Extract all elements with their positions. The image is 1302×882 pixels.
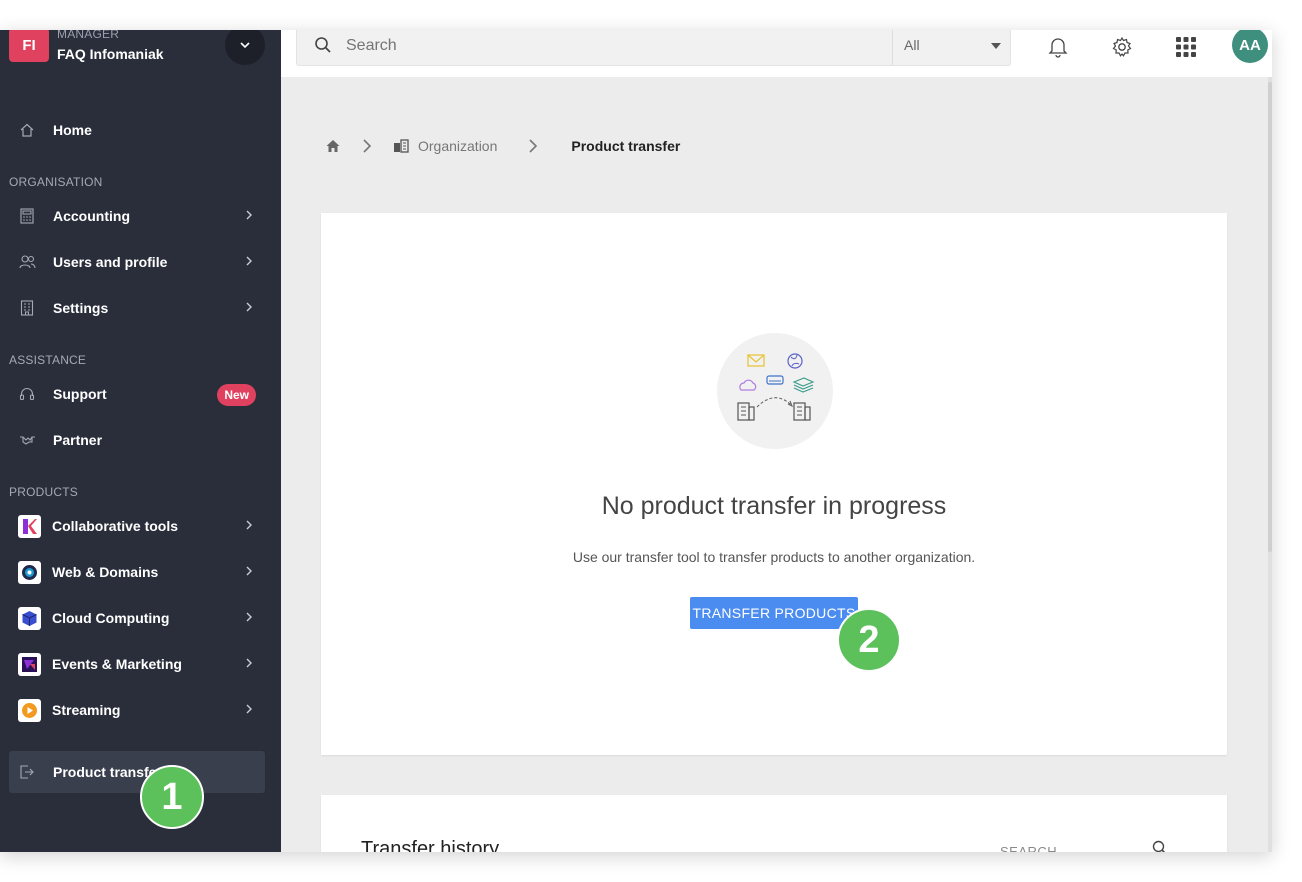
sidebar-item-label: Settings bbox=[53, 300, 109, 316]
apps-menu-button[interactable] bbox=[1173, 34, 1199, 60]
chevron-right-icon bbox=[246, 704, 252, 714]
org-dropdown-button[interactable] bbox=[225, 30, 265, 65]
chevron-right-icon bbox=[246, 520, 252, 530]
home-icon bbox=[326, 140, 340, 152]
chevron-right-icon bbox=[246, 210, 252, 220]
breadcrumb: Organization Product transfer bbox=[325, 136, 680, 156]
transfer-history-title: Transfer history bbox=[361, 838, 500, 852]
org-switcher[interactable]: FI MANAGER FAQ Infomaniak bbox=[0, 30, 281, 70]
transfer-illustration bbox=[717, 333, 833, 449]
sidebar-item-label: Streaming bbox=[52, 702, 121, 718]
user-avatar[interactable]: AA bbox=[1232, 30, 1268, 63]
buildings-icon bbox=[394, 139, 409, 153]
breadcrumb-organization[interactable]: Organization bbox=[393, 138, 497, 154]
breadcrumb-separator bbox=[523, 138, 543, 154]
gear-icon bbox=[1112, 36, 1132, 57]
transfer-exit-icon bbox=[18, 763, 36, 781]
play-logo-icon bbox=[18, 698, 41, 722]
section-label-products: PRODUCTS bbox=[9, 485, 78, 499]
sidebar-item-events-marketing[interactable]: Events & Marketing bbox=[9, 644, 265, 684]
org-role: MANAGER bbox=[57, 30, 120, 41]
sidebar-item-label: Support bbox=[53, 386, 107, 402]
history-search-label[interactable]: SEARCH bbox=[1000, 844, 1057, 852]
breadcrumb-home[interactable] bbox=[325, 138, 341, 154]
sidebar-item-label: Users and profile bbox=[53, 254, 168, 270]
chevron-down-icon bbox=[240, 42, 250, 49]
headset-icon bbox=[18, 385, 36, 403]
sidebar-item-label: Collaborative tools bbox=[52, 518, 179, 534]
sidebar-item-label: Events & Marketing bbox=[52, 656, 182, 672]
building-icon bbox=[18, 299, 36, 317]
org-name: FAQ Infomaniak bbox=[57, 46, 164, 62]
new-badge: New bbox=[217, 384, 256, 406]
sidebar-item-settings[interactable]: Settings bbox=[9, 288, 265, 328]
topbar: All AA bbox=[281, 30, 1272, 77]
search-filter-select[interactable]: All bbox=[892, 30, 1011, 65]
users-icon bbox=[18, 253, 36, 271]
breadcrumb-current: Product transfer bbox=[571, 138, 681, 154]
kchat-logo-icon bbox=[18, 514, 41, 538]
sidebar-item-accounting[interactable]: Accounting bbox=[9, 196, 265, 236]
sidebar-item-support[interactable]: Support New bbox=[9, 374, 265, 414]
step-marker-2: 2 bbox=[837, 608, 901, 672]
global-search: All bbox=[296, 30, 1011, 66]
empty-state-description: Use our transfer tool to transfer produc… bbox=[572, 549, 976, 565]
sidebar-item-users-and-profile[interactable]: Users and profile bbox=[9, 242, 265, 282]
home-icon bbox=[18, 121, 36, 139]
sidebar-item-label: Home bbox=[53, 122, 92, 138]
grid-apps-icon bbox=[1176, 37, 1196, 57]
section-label-organisation: ORGANISATION bbox=[9, 175, 103, 189]
step-marker-1: 1 bbox=[140, 765, 204, 829]
app-window: FI MANAGER FAQ Infomaniak Home ORGANISAT… bbox=[0, 30, 1272, 852]
sidebar-item-label: Accounting bbox=[53, 208, 130, 224]
sidebar-item-label: Cloud Computing bbox=[52, 610, 170, 626]
chevron-right-icon bbox=[246, 302, 252, 312]
transfer-history-card: Transfer history SEARCH bbox=[321, 795, 1227, 852]
sidebar-item-collaborative-tools[interactable]: Collaborative tools bbox=[9, 506, 265, 546]
calculator-icon bbox=[18, 207, 36, 225]
empty-state-title: No product transfer in progress bbox=[601, 492, 947, 520]
empty-state-card: No product transfer in progress Use our … bbox=[321, 213, 1227, 755]
cube-logo-icon bbox=[18, 606, 41, 630]
chevron-right-icon bbox=[246, 612, 252, 622]
sidebar-item-web-domains[interactable]: Web & Domains bbox=[9, 552, 265, 592]
chevron-right-icon bbox=[529, 139, 538, 153]
caret-down-icon bbox=[991, 43, 1001, 49]
bell-icon bbox=[1048, 38, 1068, 58]
sidebar-item-cloud-computing[interactable]: Cloud Computing bbox=[9, 598, 265, 638]
chevron-right-icon bbox=[246, 566, 252, 576]
events-logo-icon bbox=[18, 652, 41, 676]
settings-button[interactable] bbox=[1109, 34, 1135, 60]
sidebar-item-partner[interactable]: Partner bbox=[9, 420, 265, 460]
transfer-products-button[interactable]: TRANSFER PRODUCTS bbox=[690, 597, 858, 629]
section-label-assistance: ASSISTANCE bbox=[9, 353, 87, 367]
sidebar-item-label: Web & Domains bbox=[52, 564, 159, 580]
sidebar: FI MANAGER FAQ Infomaniak Home ORGANISAT… bbox=[0, 30, 281, 852]
handshake-icon bbox=[18, 431, 36, 449]
sidebar-item-home[interactable]: Home bbox=[9, 110, 265, 150]
chevron-right-icon bbox=[246, 658, 252, 668]
search-filter-value: All bbox=[904, 37, 920, 53]
search-icon bbox=[315, 37, 331, 53]
notifications-button[interactable] bbox=[1045, 34, 1071, 60]
sidebar-item-label: Partner bbox=[53, 432, 103, 448]
sidebar-item-streaming[interactable]: Streaming bbox=[9, 690, 265, 730]
chevron-right-icon bbox=[363, 139, 372, 153]
main-content: Organization Product transfer No product… bbox=[281, 77, 1272, 852]
sidebar-item-product-transfer[interactable]: Product transfer bbox=[9, 751, 265, 793]
search-input[interactable] bbox=[346, 37, 846, 55]
breadcrumb-org-label: Organization bbox=[418, 138, 498, 154]
org-initials-badge: FI bbox=[9, 30, 49, 62]
chevron-right-icon bbox=[246, 256, 252, 266]
search-icon[interactable] bbox=[1152, 840, 1168, 852]
main-scrollbar-thumb[interactable] bbox=[1268, 82, 1272, 552]
web-logo-icon bbox=[18, 560, 41, 584]
breadcrumb-separator bbox=[357, 138, 377, 154]
